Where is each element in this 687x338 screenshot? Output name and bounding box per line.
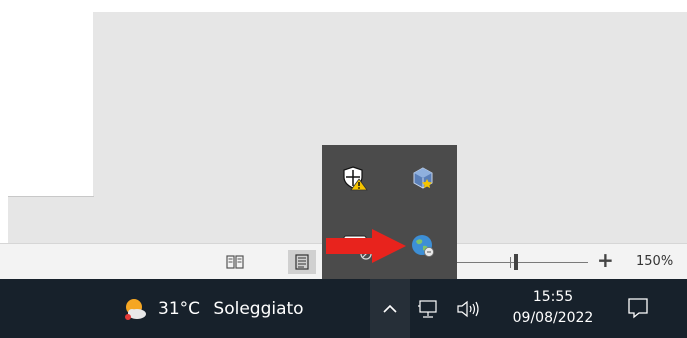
weather-temperature: 31°C — [158, 298, 201, 319]
zoom-slider-center-tick — [510, 257, 511, 268]
notification-center-icon[interactable] — [626, 296, 650, 320]
taskbar: 31°C Soleggiato 15:55 09/08/2022 — [0, 279, 687, 338]
system-clock[interactable]: 15:55 09/08/2022 — [498, 287, 608, 329]
document-page-edge — [8, 196, 94, 243]
show-hidden-icons-button[interactable] — [370, 279, 410, 338]
network-globe-icon — [412, 235, 434, 257]
security-warning-icon — [343, 166, 368, 191]
virtualbox-tray-item[interactable] — [408, 163, 438, 193]
page-divider — [8, 196, 94, 197]
clock-date: 09/08/2022 — [512, 310, 594, 326]
book-icon — [226, 255, 244, 269]
clock-time: 15:55 — [532, 289, 574, 305]
virtualbox-icon — [413, 167, 433, 189]
sun-cloud-icon — [125, 298, 146, 320]
zoom-slider-thumb[interactable] — [514, 254, 518, 270]
red-arrow-annotation — [326, 229, 406, 263]
zoom-level-label[interactable]: 150% — [636, 254, 673, 269]
chevron-up-icon — [383, 304, 397, 313]
read-mode-button[interactable] — [221, 250, 249, 274]
speaker-volume-icon[interactable] — [456, 299, 482, 319]
security-tray-item[interactable] — [340, 163, 370, 193]
network-globe-tray-item[interactable] — [408, 231, 438, 261]
zoom-in-button[interactable]: + — [597, 249, 614, 271]
weather-widget[interactable]: 31°C Soleggiato — [122, 279, 312, 338]
weather-description: Soleggiato — [213, 298, 304, 319]
network-icon[interactable] — [418, 299, 440, 319]
print-layout-button[interactable] — [288, 250, 316, 274]
page-layout-icon — [295, 254, 309, 270]
